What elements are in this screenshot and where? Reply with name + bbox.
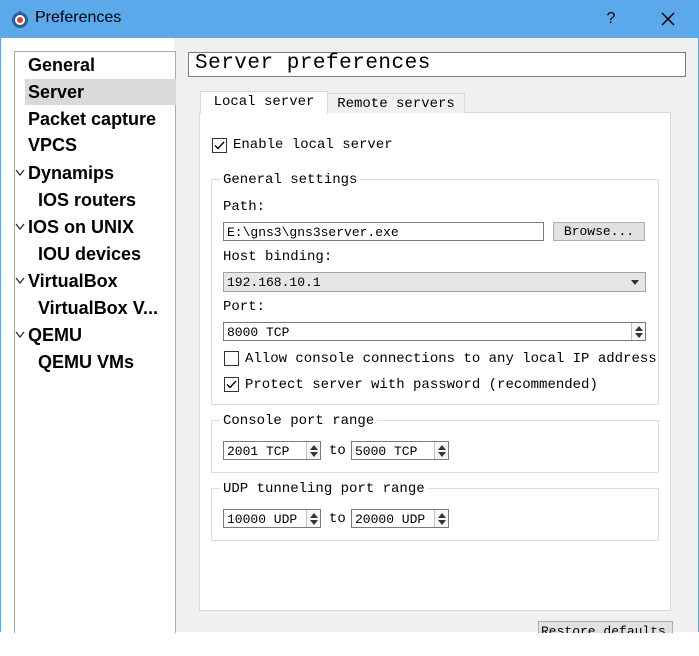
restore-defaults-button[interactable]: Restore defaults (538, 621, 673, 633)
window-frame-left (0, 38, 1, 632)
nav-item-label: IOS routers (38, 190, 137, 210)
nav-item-dynamips[interactable]: Dynamips (28, 160, 114, 186)
tab-local-server[interactable]: Local server (200, 91, 328, 114)
to-label: to (329, 443, 346, 459)
udp-port-to-value: 20000 UDP (355, 512, 426, 527)
allow-console-label: Allow console connections to any local I… (245, 351, 657, 367)
port-input[interactable]: 8000 TCP (223, 322, 646, 341)
enable-local-server-label: Enable local server (233, 137, 393, 153)
nav-item-iou-devices[interactable]: IOU devices (38, 241, 141, 267)
window-title: Preferences (35, 9, 122, 26)
host-binding-value: 192.168.10.1 (227, 275, 321, 290)
chevron-down-icon[interactable] (15, 223, 25, 231)
port-value: 8000 TCP (227, 325, 290, 340)
console-port-to-value: 5000 TCP (355, 444, 418, 459)
tab-remote-servers[interactable]: Remote servers (327, 93, 465, 113)
console-port-from-input[interactable]: 2001 TCP (223, 441, 321, 460)
nav-item-label: IOU devices (38, 244, 142, 264)
general-settings-title: General settings (220, 171, 361, 189)
console-port-to-input[interactable]: 5000 TCP (351, 441, 449, 460)
nav-item-ios-on-unix[interactable]: IOS on UNIX (28, 214, 134, 240)
nav-item-packet-capture[interactable]: Packet capture (28, 106, 156, 132)
host-binding-label: Host binding: (223, 249, 333, 265)
help-button[interactable]: ? (600, 8, 622, 30)
console-port-from-value: 2001 TCP (227, 444, 290, 459)
udp-port-from-value: 10000 UDP (227, 512, 298, 527)
console-to-spinner[interactable] (434, 442, 448, 459)
nav-item-ios-routers[interactable]: IOS routers (38, 187, 136, 213)
enable-local-server-checkbox[interactable] (212, 138, 227, 153)
udp-port-range-title: UDP tunneling port range (220, 480, 428, 498)
close-icon[interactable] (656, 7, 680, 31)
nav-item-virtualbox[interactable]: VirtualBox (28, 268, 118, 294)
nav-item-label: General (28, 55, 96, 75)
nav-item-server[interactable]: Server (25, 79, 176, 105)
nav-item-label: VirtualBox V... (38, 298, 159, 318)
nav-item-label: IOS on UNIX (28, 217, 135, 237)
window-bottom (0, 632, 699, 656)
chevron-down-icon[interactable] (15, 277, 25, 285)
udp-port-to-input[interactable]: 20000 UDP (351, 509, 449, 528)
restore-defaults-label: Restore defaults (541, 624, 666, 633)
port-spinner[interactable] (631, 323, 645, 340)
nav-item-virtualbox-vms[interactable]: VirtualBox V... (38, 295, 158, 321)
port-label: Port: (223, 299, 266, 315)
protect-password-checkbox[interactable] (224, 377, 239, 392)
host-binding-select[interactable]: 192.168.10.1 (223, 272, 646, 292)
nav-item-label: QEMU (28, 325, 82, 345)
to-label: to (329, 511, 346, 527)
path-label: Path: (223, 199, 266, 215)
nav-item-general[interactable]: General (28, 52, 95, 78)
nav-item-qemu[interactable]: QEMU (28, 322, 82, 348)
checkmark-icon (214, 141, 225, 150)
path-input[interactable]: E:\gns3\gns3server.exe (223, 222, 544, 241)
nav-item-vpcs[interactable]: VPCS (28, 132, 77, 158)
console-from-spinner[interactable] (306, 442, 320, 459)
udp-port-from-input[interactable]: 10000 UDP (223, 509, 321, 528)
page-title: Server preferences (195, 52, 431, 75)
protect-password-label: Protect server with password (recommende… (245, 377, 598, 393)
allow-console-checkbox[interactable] (224, 351, 239, 366)
console-port-range-title: Console port range (220, 412, 378, 430)
udp-to-spinner[interactable] (434, 510, 448, 527)
checkmark-icon (226, 380, 237, 389)
browse-button[interactable]: Browse... (553, 222, 645, 241)
nav-item-qemu-vms[interactable]: QEMU VMs (38, 349, 134, 375)
nav-item-label: VirtualBox (28, 271, 118, 291)
nav-item-label: VPCS (28, 135, 78, 155)
preferences-tree[interactable]: General Server Packet capture VPCS Dynam… (14, 51, 176, 633)
chevron-down-icon[interactable] (15, 331, 25, 339)
nav-item-label: Server (28, 82, 85, 102)
dropdown-arrow-icon (631, 280, 639, 285)
chevron-down-icon[interactable] (15, 169, 25, 177)
nav-item-label: Packet capture (28, 109, 157, 129)
gns3-app-icon (12, 10, 28, 28)
nav-item-label: Dynamips (28, 163, 115, 183)
udp-from-spinner[interactable] (306, 510, 320, 527)
nav-item-label: QEMU VMs (38, 352, 135, 372)
